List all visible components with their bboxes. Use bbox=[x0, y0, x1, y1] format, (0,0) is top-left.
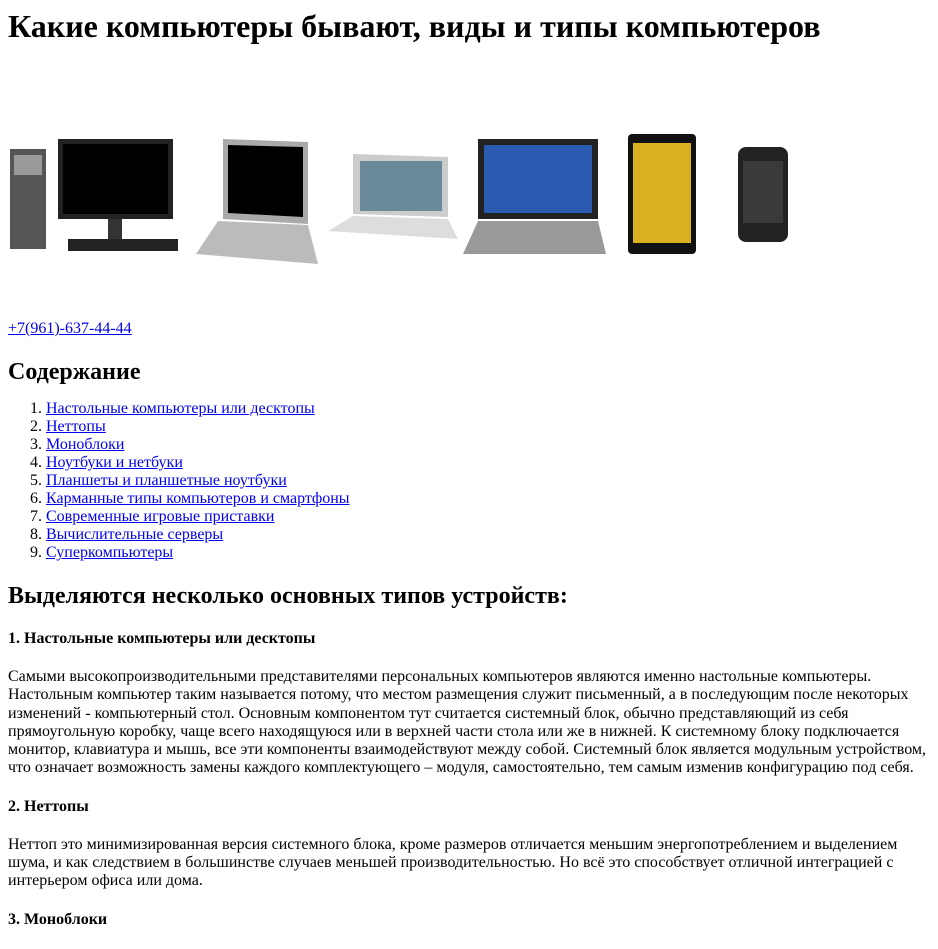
toc-link[interactable]: Планшеты и планшетные ноутбуки bbox=[46, 472, 287, 489]
toc-link[interactable]: Вычислительные серверы bbox=[46, 526, 223, 543]
devices-image bbox=[10, 134, 788, 264]
toc-item: Карманные типы компьютеров и смартфоны bbox=[46, 490, 930, 508]
subsection-text: Самыми высокопроизводительными представи… bbox=[8, 668, 927, 777]
toc-item: Неттопы bbox=[46, 418, 930, 436]
toc-link[interactable]: Моноблоки bbox=[46, 436, 124, 453]
subsection-heading: 2. Неттопы bbox=[8, 797, 89, 815]
page-title: Какие компьютеры бывают, виды и типы ком… bbox=[8, 8, 821, 44]
toc-link[interactable]: Карманные типы компьютеров и смартфоны bbox=[46, 490, 350, 507]
toc-item: Современные игровые приставки bbox=[46, 508, 930, 526]
table-of-contents: Настольные компьютеры или десктопы Нетто… bbox=[8, 400, 930, 562]
toc-item: Моноблоки bbox=[46, 436, 930, 454]
toc-link[interactable]: Суперкомпьютеры bbox=[46, 544, 173, 561]
subsection-text: Неттоп это минимизированная версия систе… bbox=[8, 835, 898, 890]
toc-item: Суперкомпьютеры bbox=[46, 544, 930, 562]
toc-item: Планшеты и планшетные ноутбуки bbox=[46, 472, 930, 490]
subsection-heading: 1. Настольные компьютеры или десктопы bbox=[8, 630, 316, 647]
toc-link[interactable]: Неттопы bbox=[46, 418, 106, 435]
toc-heading: Содержание bbox=[8, 359, 141, 385]
subsection-heading: 3. Моноблоки bbox=[8, 910, 108, 928]
section-heading: Выделяются несколько основных типов устр… bbox=[8, 583, 568, 609]
toc-link[interactable]: Настольные компьютеры или десктопы bbox=[46, 400, 315, 417]
toc-link[interactable]: Современные игровые приставки bbox=[46, 508, 274, 525]
toc-item: Вычислительные серверы bbox=[46, 526, 930, 544]
toc-item: Настольные компьютеры или десктопы bbox=[46, 400, 930, 418]
toc-item: Ноутбуки и нетбуки bbox=[46, 454, 930, 472]
toc-link[interactable]: Ноутбуки и нетбуки bbox=[46, 454, 183, 471]
phone-link[interactable]: +7(961)-637-44-44 bbox=[8, 320, 930, 338]
